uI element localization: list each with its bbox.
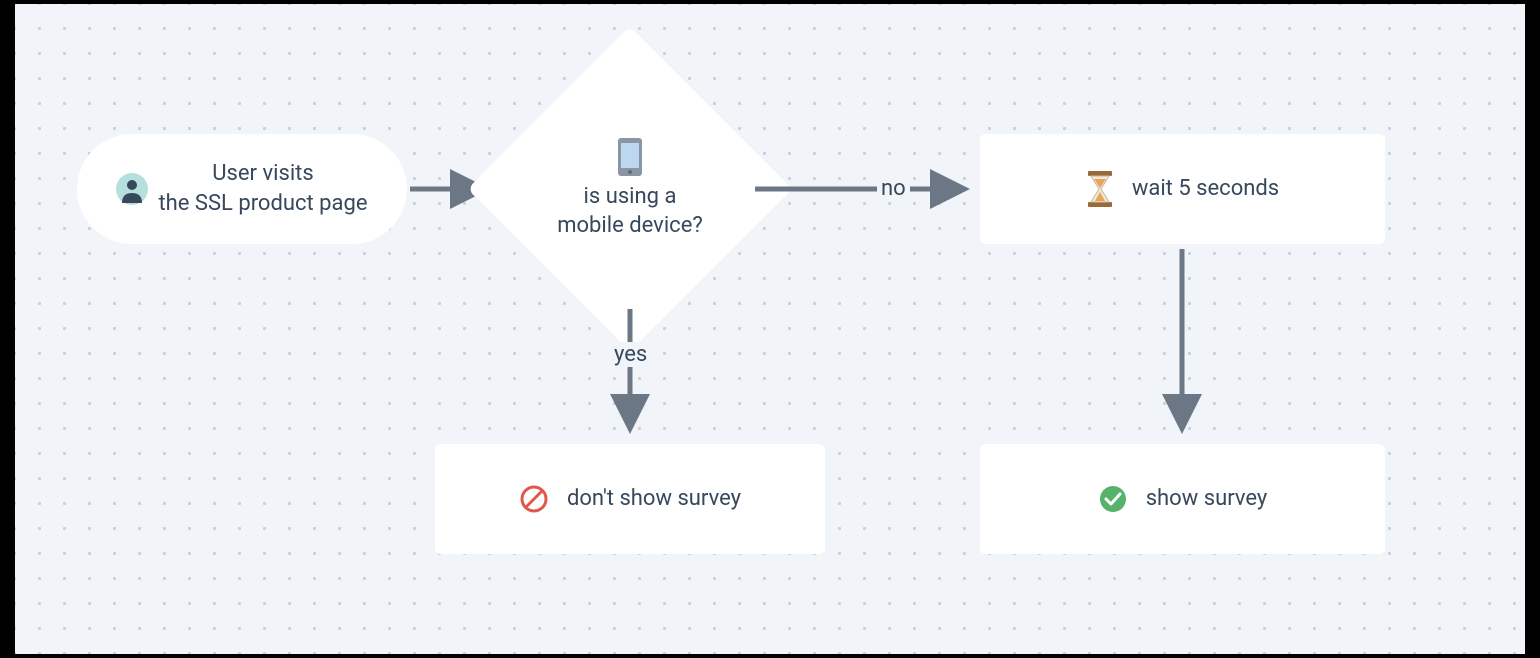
node-show: show survey (980, 444, 1385, 554)
edge-label-yes: yes (610, 342, 651, 367)
node-decision-label: is using a mobile device? (557, 183, 703, 240)
node-dont-show: don't show survey (435, 444, 825, 554)
flowchart-canvas: User visits the SSL product page is usin… (15, 4, 1525, 654)
hourglass-icon (1086, 171, 1114, 207)
node-wait-label: wait 5 seconds (1132, 174, 1279, 204)
mobile-icon (615, 137, 645, 177)
user-icon (116, 173, 148, 205)
arrow-decision-to-wait (755, 179, 980, 199)
node-show-label: show survey (1146, 484, 1268, 514)
edge-label-no: no (877, 176, 910, 201)
node-decision: is using a mobile device? (515, 74, 745, 304)
prohibit-icon (519, 484, 549, 514)
check-icon (1098, 484, 1128, 514)
arrow-wait-to-show (1172, 249, 1192, 444)
node-wait: wait 5 seconds (980, 134, 1385, 244)
node-start: User visits the SSL product page (77, 134, 407, 244)
node-dont-show-label: don't show survey (567, 484, 741, 514)
arrow-decision-to-dont (620, 309, 640, 444)
node-start-label: User visits the SSL product page (158, 159, 367, 218)
